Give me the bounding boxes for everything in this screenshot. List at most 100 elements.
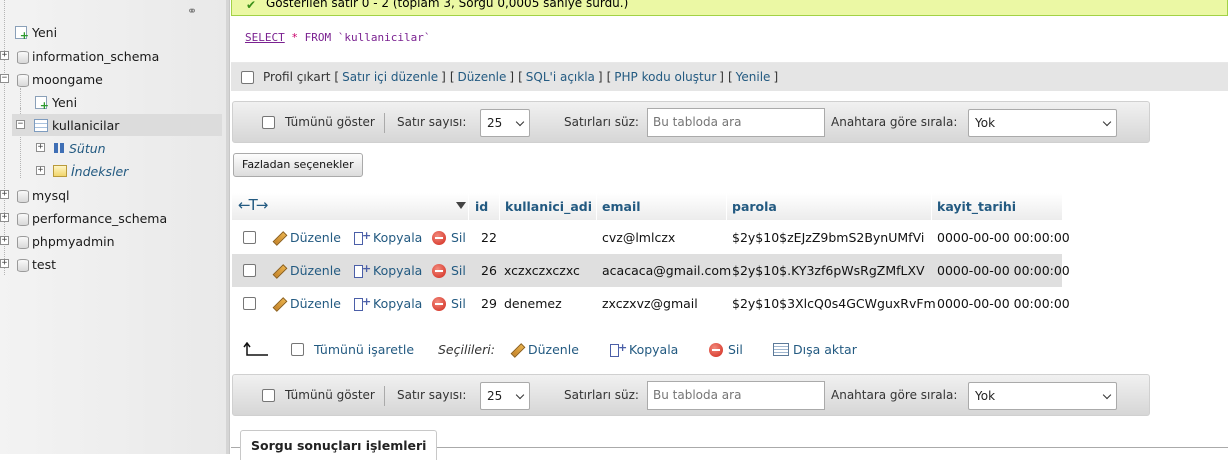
sort-by-key-select[interactable]: Yok — [968, 109, 1117, 137]
filter-rows-label: Satırları süz: — [564, 388, 639, 402]
cell-kullanici-adi[interactable]: denemez — [504, 296, 562, 311]
expand-icon[interactable]: + — [0, 190, 9, 199]
cell-email[interactable]: cvz@lmlczx — [602, 230, 675, 245]
cell-id[interactable]: 29 — [481, 296, 497, 311]
show-all-checkbox[interactable] — [262, 116, 275, 129]
check-all-checkbox[interactable] — [291, 343, 304, 356]
bulk-export-button[interactable]: Dışa aktar — [773, 342, 857, 357]
tree-item-performance-schema[interactable]: performance_schema — [17, 207, 167, 229]
expand-icon[interactable]: + — [0, 259, 9, 268]
row-checkbox[interactable] — [243, 297, 256, 310]
edit-query-link[interactable]: Düzenle — [458, 70, 507, 84]
row-copy-button[interactable]: Kopyala — [353, 229, 422, 245]
new-item-icon — [34, 95, 49, 111]
delete-icon — [432, 263, 446, 278]
refresh-link[interactable]: Yenile — [736, 70, 771, 84]
chevron-down-icon — [515, 390, 525, 400]
cell-email[interactable]: zxczxvz@gmail — [602, 296, 698, 311]
row-edit-button[interactable]: Düzenle — [272, 230, 341, 245]
sort-by-key-select[interactable]: Yok — [968, 382, 1117, 410]
profile-checkbox[interactable] — [241, 70, 254, 84]
row-delete-button[interactable]: Sil — [432, 296, 466, 311]
tree-guide-line — [20, 88, 21, 108]
copy-label: Kopyala — [373, 296, 423, 311]
more-options-button[interactable]: Fazladan seçenekler — [233, 153, 363, 177]
collapse-icon[interactable]: − — [16, 120, 25, 129]
show-all-label: Tümünü göster — [285, 115, 375, 129]
row-checkbox[interactable] — [243, 231, 256, 244]
expand-icon[interactable]: + — [36, 166, 45, 175]
tree-item-moongame[interactable]: moongame — [17, 68, 103, 90]
row-copy-button[interactable]: Kopyala — [353, 262, 422, 278]
expand-icon[interactable]: + — [36, 143, 45, 152]
tree-item-new-table[interactable]: Yeni — [34, 91, 77, 113]
tree-item-new[interactable]: Yeni — [14, 21, 57, 43]
bulk-delete-button[interactable]: Sil — [709, 342, 743, 357]
filter-rows-input[interactable]: Bu tabloda ara — [647, 381, 825, 410]
tree-item-information-schema[interactable]: information_schema — [17, 45, 159, 67]
expand-icon[interactable]: + — [0, 51, 9, 60]
link-icon[interactable]: ⚭ — [187, 4, 197, 18]
nav-resize-handle[interactable] — [226, 0, 230, 454]
tree-item-label: Yeni — [32, 24, 58, 40]
sql-star: * — [291, 31, 298, 44]
show-all-checkbox[interactable] — [262, 389, 275, 402]
cell-id[interactable]: 26 — [481, 263, 497, 278]
database-icon — [17, 235, 29, 249]
row-copy-button[interactable]: Kopyala — [353, 295, 423, 311]
tree-item-mysql[interactable]: mysql — [17, 184, 70, 206]
row-count-select[interactable]: 25 — [480, 382, 530, 410]
tree-item-indexes[interactable]: İndeksler — [53, 160, 128, 182]
bulk-copy-button[interactable]: Kopyala — [609, 341, 678, 357]
tree-item-columns[interactable]: Sütun — [53, 137, 106, 159]
sql-keyword-select[interactable]: SELECT — [245, 31, 285, 44]
header-divider — [596, 193, 597, 220]
tree-item-label: information_schema — [32, 48, 160, 64]
filter-rows-input[interactable]: Bu tabloda ara — [647, 108, 825, 137]
cell-parola[interactable]: $2y$10$3XlcQ0s4GCWguxRvFm — [732, 296, 936, 311]
row-count-select[interactable]: 25 — [480, 109, 530, 137]
collapse-icon[interactable]: − — [0, 74, 9, 83]
table-navigation-bottom: Tümünü göster Satır sayısı: 25 Satırları… — [232, 374, 1150, 416]
cell-email[interactable]: acacaca@gmail.com — [602, 263, 731, 278]
row-checkbox[interactable] — [243, 264, 256, 277]
column-header-email[interactable]: email — [602, 199, 641, 214]
cell-kayit-tarihi[interactable]: 0000-00-00 00:00:00 — [937, 263, 1070, 278]
header-divider — [931, 193, 932, 220]
tree-item-test[interactable]: test — [17, 253, 56, 275]
tree-item-label: İndeksler — [71, 163, 129, 179]
expand-icon[interactable]: + — [0, 236, 9, 245]
row-edit-button[interactable]: Düzenle — [272, 296, 341, 311]
cell-parola[interactable]: $2y$10$.KY3zf6pWsRgZMfLXV — [732, 263, 925, 278]
create-php-code-link[interactable]: PHP kodu oluştur — [614, 70, 716, 84]
inline-edit-link[interactable]: Satır içi düzenle — [342, 70, 438, 84]
tree-item-phpmyadmin[interactable]: phpmyadmin — [17, 230, 115, 252]
table-icon — [34, 118, 48, 132]
cell-kayit-tarihi[interactable]: 0000-00-00 00:00:00 — [937, 296, 1070, 311]
tree-item-label: test — [32, 256, 57, 272]
chevron-down-icon — [1102, 390, 1112, 400]
column-header-parola[interactable]: parola — [732, 199, 777, 214]
table-header-row: ←T→ id kullanici_adi email parola kayit_… — [232, 193, 1062, 220]
check-all-label[interactable]: Tümünü işaretle — [314, 342, 414, 357]
pencil-icon — [510, 343, 524, 357]
column-header-kullanici-adi[interactable]: kullanici_adi — [505, 199, 592, 214]
cell-id[interactable]: 22 — [481, 230, 497, 245]
explain-sql-link[interactable]: SQL'i açıkla — [526, 70, 595, 84]
tree-item-kullanicilar[interactable]: kullanicilar — [34, 114, 119, 136]
tree-item-label: Yeni — [52, 94, 78, 110]
row-delete-button[interactable]: Sil — [432, 263, 466, 278]
cell-kullanici-adi[interactable]: xczxczxczxc — [504, 263, 580, 278]
cell-kayit-tarihi[interactable]: 0000-00-00 00:00:00 — [937, 230, 1070, 245]
column-header-id[interactable]: id — [475, 199, 488, 214]
row-delete-button[interactable]: Sil — [432, 230, 466, 245]
row-edit-button[interactable]: Düzenle — [272, 263, 341, 278]
expand-icon[interactable]: + — [0, 213, 9, 222]
tree-item-label: moongame — [32, 71, 103, 87]
query-results-operations-tab[interactable]: Sorgu sonuçları işlemleri — [240, 430, 438, 460]
bulk-edit-button[interactable]: Düzenle — [510, 342, 579, 357]
sort-options-icon[interactable] — [456, 202, 466, 209]
column-arrows-icon[interactable]: ←T→ — [238, 196, 268, 214]
column-header-kayit-tarihi[interactable]: kayit_tarihi — [937, 199, 1016, 214]
cell-parola[interactable]: $2y$10$zEJzZ9bmS2BynUMfVi — [732, 230, 924, 245]
